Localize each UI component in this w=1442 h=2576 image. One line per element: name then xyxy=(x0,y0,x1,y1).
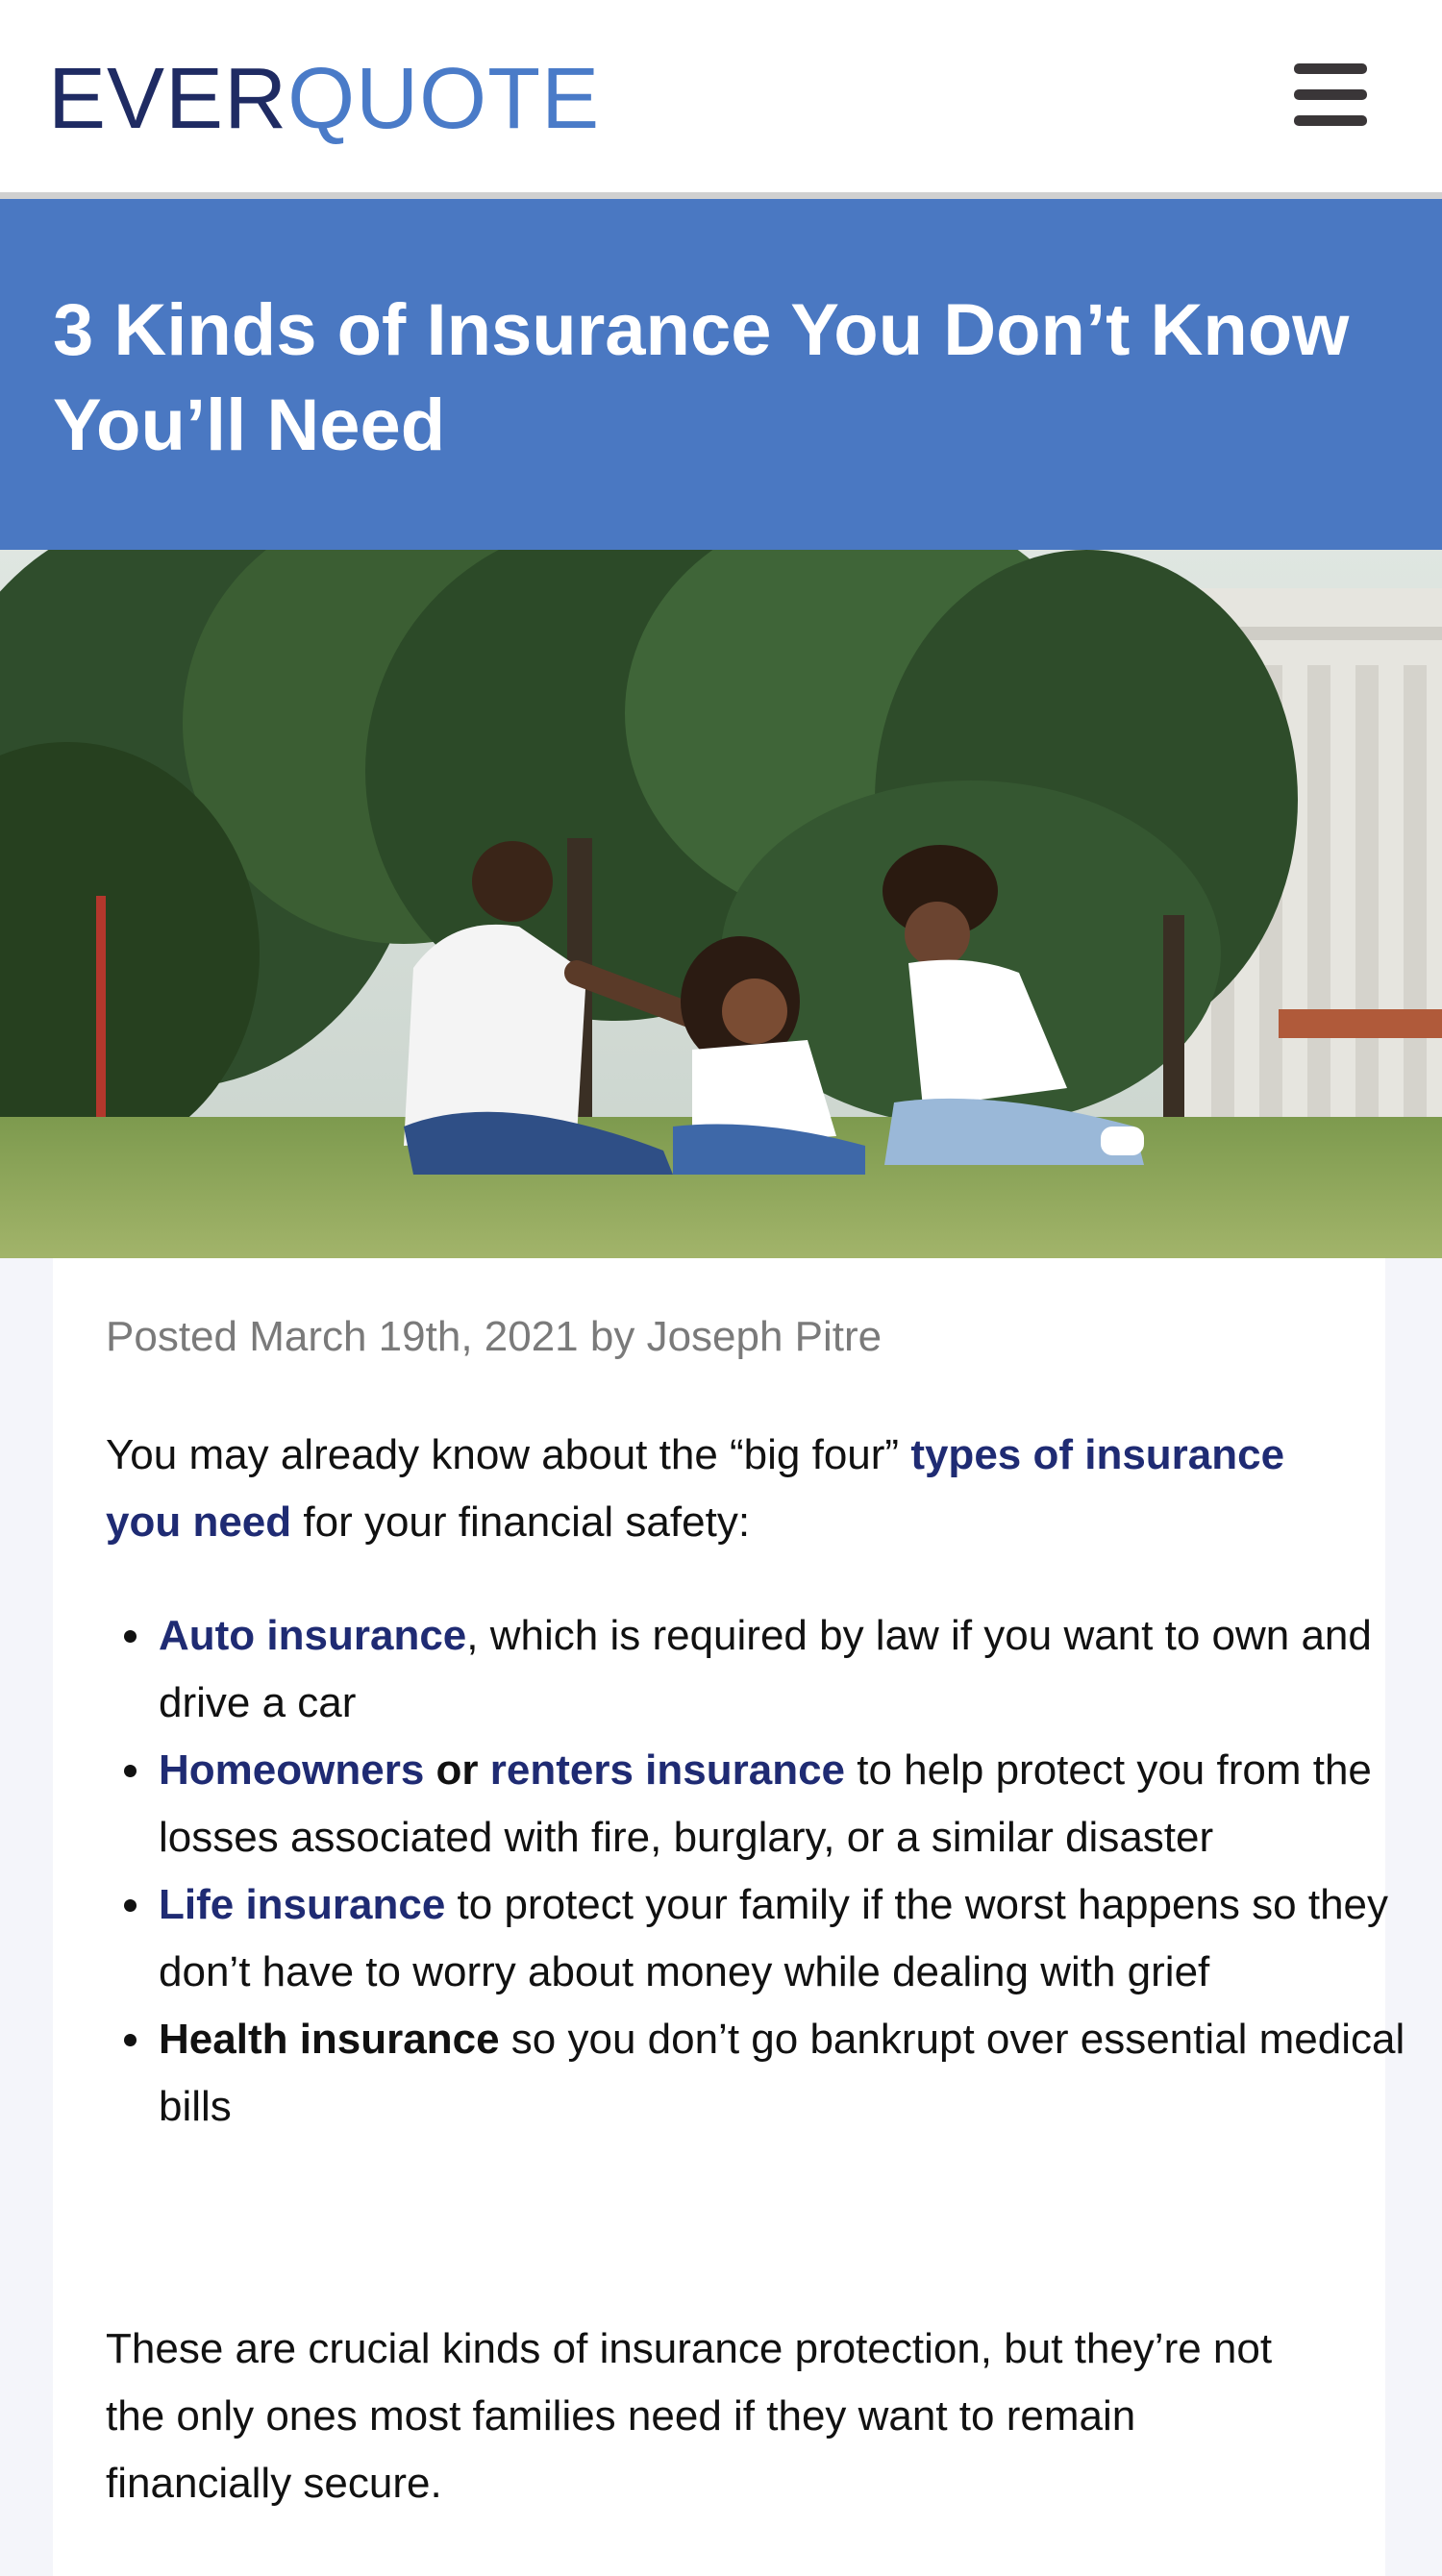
homeowners-link[interactable]: Homeowners xyxy=(159,1746,424,1794)
hero-image-family-in-park xyxy=(0,550,1442,1258)
renters-insurance-link[interactable]: renters insurance xyxy=(490,1746,845,1794)
logo-part-ever: EVER xyxy=(48,51,288,147)
health-insurance-label: Health insurance xyxy=(159,2016,500,2063)
menu-bar xyxy=(1294,89,1367,100)
family-photo xyxy=(0,550,1442,1258)
list-item-home: Homeowners or renters insurance to help … xyxy=(124,1737,1408,1871)
everquote-logo[interactable]: EVERQUOTE xyxy=(48,46,600,152)
life-insurance-link[interactable]: Life insurance xyxy=(159,1881,445,1928)
article-card: Posted March 19th, 2021 by Joseph Pitre … xyxy=(53,1258,1405,2576)
site-header: EVERQUOTE xyxy=(0,0,1442,199)
insurance-types-list: Auto insurance, which is required by law… xyxy=(106,1602,1408,2141)
list-item-auto: Auto insurance, which is required by law… xyxy=(124,1602,1408,1737)
page-title: 3 Kinds of Insurance You Don’t Know You’… xyxy=(53,289,1350,466)
closing-paragraph: These are crucial kinds of insurance pro… xyxy=(106,2325,1273,2507)
intro-text-after: for your financial safety: xyxy=(291,1499,751,1546)
list-item-health: Health insurance so you don’t go bankrup… xyxy=(124,2006,1408,2141)
menu-bar xyxy=(1294,115,1367,126)
hamburger-menu-icon[interactable] xyxy=(1294,63,1367,127)
intro-text-before: You may already know about the “big four… xyxy=(106,1431,911,1478)
logo-part-quote: QUOTE xyxy=(287,51,601,147)
post-meta: Posted March 19th, 2021 by Joseph Pitre xyxy=(106,1313,883,1360)
menu-bar xyxy=(1294,63,1367,74)
hero-title-band: 3 Kinds of Insurance You Don’t Know You’… xyxy=(0,199,1442,550)
list-item-or: or xyxy=(424,1746,490,1794)
intro-paragraph: You may already know about the “big four… xyxy=(106,1422,1332,1556)
list-item-life: Life insurance to protect your family if… xyxy=(124,1871,1408,2006)
auto-insurance-link[interactable]: Auto insurance xyxy=(159,1612,466,1659)
